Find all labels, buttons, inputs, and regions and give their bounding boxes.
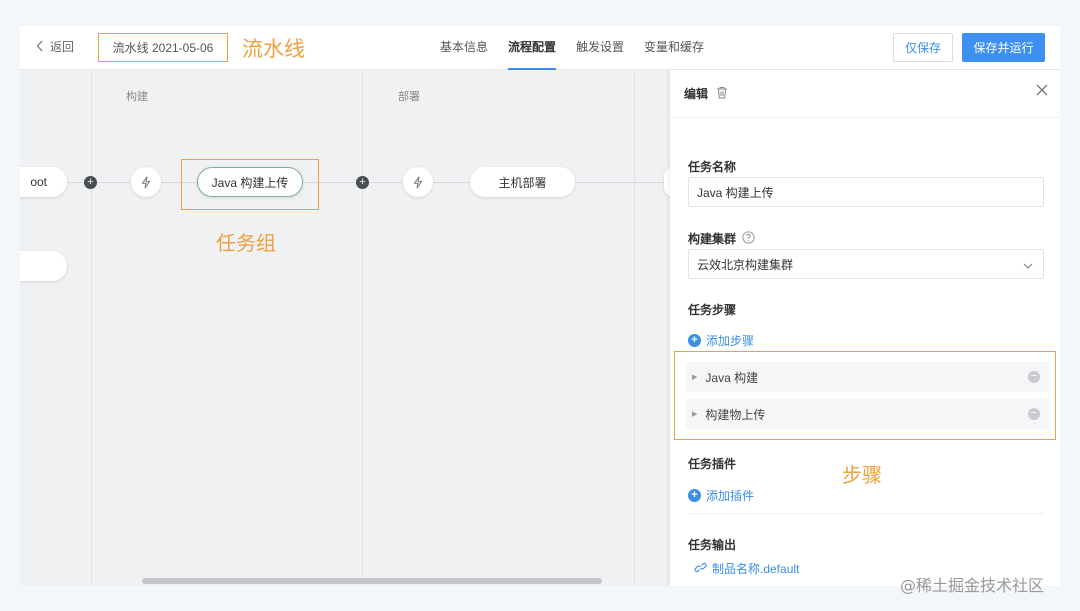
deploy-job-node[interactable]: 主机部署 [470, 167, 575, 197]
plus-circle-icon: + [688, 334, 701, 347]
section-divider [688, 513, 1044, 514]
tab-bar: 基本信息 流程配置 触发设置 变量和缓存 [440, 26, 704, 70]
stage-divider [362, 70, 363, 586]
step-label: 构建物上传 [705, 407, 766, 422]
add-step-link[interactable]: + 添加步骤 [688, 332, 754, 349]
previous-job-node[interactable]: oot [20, 167, 67, 197]
trigger-lightning-icon[interactable] [403, 167, 433, 197]
app-window: 返回 流水线 2021-05-06 流水线 基本信息 流程配置 触发设置 变量和… [20, 26, 1060, 586]
back-button[interactable]: 返回 [36, 38, 74, 55]
task-name-input[interactable]: Java 构建上传 [688, 177, 1044, 207]
step-item-java-build[interactable]: ▶ Java 构建 − [686, 362, 1048, 392]
edit-panel: 编辑 任务名称 Java 构建上传 构建集群 云效北京构建集群 任务步骤 + 添… [670, 70, 1060, 586]
step-label: Java 构建 [705, 370, 759, 385]
build-job-node[interactable]: Java 构建上传 [197, 167, 303, 197]
trigger-lightning-icon[interactable] [131, 167, 161, 197]
add-plugin-label: 添加插件 [706, 489, 755, 503]
remove-step-icon[interactable]: − [1028, 408, 1040, 420]
add-stage-plus-icon[interactable]: + [356, 176, 369, 189]
build-job-label: Java 构建上传 [211, 175, 289, 190]
stage-title-build: 构建 [126, 91, 148, 103]
caret-right-icon: ▶ [692, 374, 698, 381]
stage-divider [91, 70, 92, 586]
steps-label: 任务步骤 [688, 301, 736, 318]
deploy-job-label: 主机部署 [498, 175, 547, 190]
add-plugin-link[interactable]: + 添加插件 [688, 487, 754, 504]
cluster-label-text: 构建集群 [688, 232, 737, 246]
cluster-label: 构建集群 [688, 230, 755, 247]
output-label-text: 任务输出 [688, 538, 737, 552]
save-and-run-button[interactable]: 保存并运行 [962, 33, 1045, 62]
cluster-select-value: 云效北京构建集群 [697, 257, 794, 272]
pipeline-name[interactable]: 流水线 2021-05-06 [98, 33, 228, 62]
step-item-artifact-upload[interactable]: ▶ 构建物上传 − [686, 399, 1048, 429]
tab-trigger-settings[interactable]: 触发设置 [576, 26, 624, 70]
output-label: 任务输出 [688, 536, 736, 553]
horizontal-scrollbar[interactable] [142, 578, 602, 584]
previous-job-node-2[interactable] [20, 251, 67, 281]
steps-label-text: 任务步骤 [688, 303, 737, 317]
caret-right-icon: ▶ [692, 411, 698, 418]
annotation-steps: 步骤 [842, 463, 882, 487]
task-name-label-text: 任务名称 [688, 160, 737, 174]
plugins-label: 任务插件 [688, 455, 736, 472]
watermark: @稀土掘金技术社区 [900, 576, 1045, 595]
stage-title-deploy: 部署 [398, 91, 420, 103]
back-label: 返回 [50, 40, 75, 54]
tab-flow-config[interactable]: 流程配置 [508, 26, 557, 70]
plus-circle-icon: + [688, 489, 701, 502]
tab-variables-cache[interactable]: 变量和缓存 [644, 26, 704, 70]
link-icon [694, 562, 707, 576]
help-icon[interactable] [742, 230, 755, 247]
annotation-pipeline: 流水线 [242, 37, 305, 61]
cluster-select[interactable]: 云效北京构建集群 [688, 249, 1044, 279]
task-name-label: 任务名称 [688, 158, 736, 175]
annotation-task-group: 任务组 [216, 231, 276, 255]
chevron-left-icon [36, 39, 44, 55]
panel-title: 编辑 [684, 87, 709, 101]
tab-basic-info[interactable]: 基本信息 [440, 26, 488, 70]
stage-divider [634, 70, 635, 586]
pipeline-canvas[interactable]: 构建 部署 oot + Java 构建上传 任务组 + 主机部署 [20, 70, 684, 586]
top-header: 返回 流水线 2021-05-06 流水线 基本信息 流程配置 触发设置 变量和… [20, 26, 1060, 70]
add-stage-plus-icon[interactable]: + [84, 176, 97, 189]
close-icon[interactable] [1036, 84, 1048, 99]
panel-header: 编辑 [670, 70, 1060, 118]
save-button[interactable]: 仅保存 [893, 33, 953, 62]
output-artifact-link[interactable]: 制品名称.default [694, 560, 799, 577]
trash-icon[interactable] [716, 86, 728, 102]
add-step-label: 添加步骤 [706, 334, 755, 348]
previous-job-label: oot [30, 175, 47, 189]
output-artifact-value: 制品名称.default [712, 562, 800, 576]
chevron-down-icon [1023, 259, 1033, 273]
plugins-label-text: 任务插件 [688, 457, 737, 471]
remove-step-icon[interactable]: − [1028, 371, 1040, 383]
